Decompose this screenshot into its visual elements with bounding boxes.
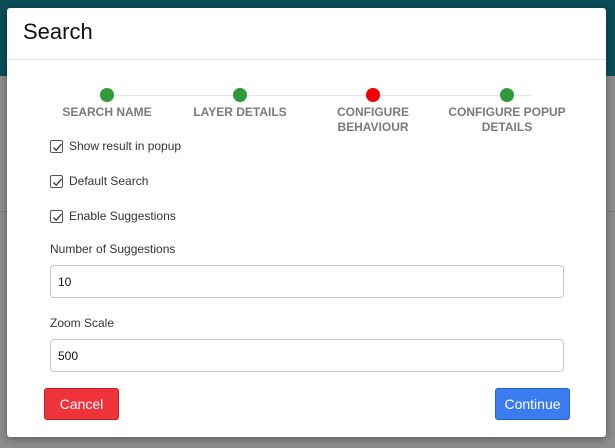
option-label: Enable Suggestions (69, 209, 176, 223)
checkmark-icon (53, 143, 62, 151)
step-label: SEARCH NAME (62, 105, 152, 119)
modal-title: Search (23, 19, 93, 44)
option-label: Show result in popup (69, 139, 182, 153)
option-default-search[interactable]: Default Search (50, 173, 148, 189)
modal-header: Search (7, 8, 606, 60)
zoom-scale-label: Zoom Scale (50, 316, 115, 330)
checkbox-checked[interactable] (50, 139, 63, 153)
step-search-name[interactable]: SEARCH NAME (37, 88, 177, 120)
step-status-dot (100, 88, 114, 102)
suggestions-count-label: Number of Suggestions (50, 242, 176, 256)
step-status-dot (500, 88, 514, 102)
step-layer-details[interactable]: LAYER DETAILS (170, 88, 310, 120)
cancel-button[interactable]: Cancel (44, 388, 119, 420)
checkmark-icon (53, 213, 62, 221)
step-status-dot (366, 88, 380, 102)
continue-button[interactable]: Continue (495, 388, 570, 420)
step-label: CONFIGURE POPUP DETAILS (448, 105, 566, 134)
option-label: Default Search (69, 174, 149, 188)
checkmark-icon (53, 178, 62, 186)
step-label: LAYER DETAILS (193, 105, 287, 119)
option-show-result-in-popup[interactable]: Show result in popup (50, 138, 181, 154)
zoom-scale-input[interactable] (50, 339, 564, 372)
option-enable-suggestions[interactable]: Enable Suggestions (50, 208, 176, 224)
step-configure-behaviour[interactable]: CONFIGURE BEHAVIOUR (303, 88, 443, 135)
checkbox-checked[interactable] (50, 209, 63, 223)
step-configure-popup-details[interactable]: CONFIGURE POPUP DETAILS (437, 88, 577, 135)
suggestions-count-input[interactable] (50, 265, 564, 298)
step-status-dot (233, 88, 247, 102)
step-label: CONFIGURE BEHAVIOUR (337, 105, 409, 134)
search-modal: Search SEARCH NAME LAYER DETAILS CONFIGU… (7, 8, 606, 437)
wizard-stepper: SEARCH NAME LAYER DETAILS CONFIGURE BEHA… (7, 88, 606, 138)
checkbox-checked[interactable] (50, 174, 63, 188)
